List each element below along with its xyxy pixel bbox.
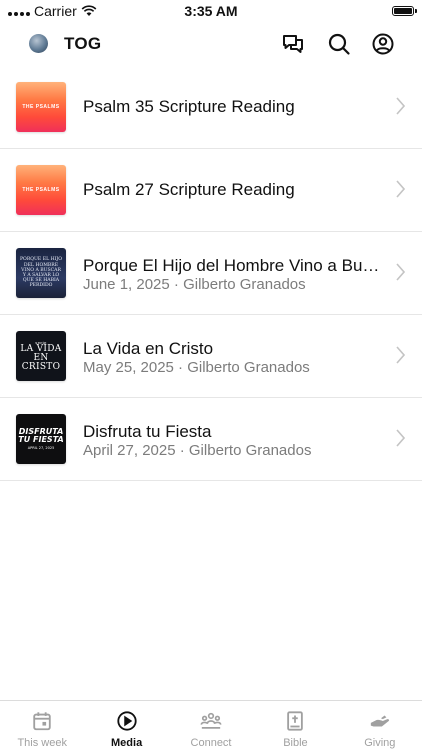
media-subtitle: April 27, 2025 · Gilberto Granados <box>83 442 312 459</box>
media-title: Psalm 27 Scripture Reading <box>83 180 295 199</box>
media-thumbnail: serie LA VIDA EN CRISTO <box>16 331 66 381</box>
bible-icon <box>287 711 304 731</box>
play-circle-icon <box>116 711 137 731</box>
church-logo-icon[interactable] <box>29 34 48 53</box>
media-title: La Vida en Cristo <box>83 339 214 358</box>
battery-icon <box>392 6 417 16</box>
media-thumbnail: THE PSALMS <box>16 165 66 215</box>
app-header: TOG <box>0 22 422 66</box>
media-thumbnail: PORQUE EL HIJO DEL HOMBRE VINO A BUSCAR … <box>16 248 66 298</box>
media-subtitle: May 25, 2025 · Gilberto Granados <box>83 359 310 376</box>
tab-label: Connect <box>190 737 232 749</box>
media-subtitle: June 1, 2025 · Gilberto Granados <box>83 276 306 293</box>
app-title: TOG <box>64 34 102 53</box>
media-title: Psalm 35 Scripture Reading <box>83 97 295 116</box>
tab-label: Giving <box>364 737 396 749</box>
tab-media[interactable]: Media <box>84 701 168 750</box>
account-icon[interactable] <box>371 32 395 56</box>
thumbnail-text: THE PSALMS <box>22 187 60 193</box>
search-icon[interactable] <box>327 32 351 56</box>
media-thumbnail: DISFRUTA TU FIESTA APRIL 27, 2025 <box>16 414 66 464</box>
thumbnail-text: DISFRUTA TU FIESTA <box>18 427 64 444</box>
chevron-right-icon <box>396 180 405 198</box>
chevron-right-icon <box>396 429 405 447</box>
thumbnail-text: PORQUE EL HIJO DEL HOMBRE VINO A BUSCAR … <box>19 257 63 289</box>
media-title: Disfruta tu Fiesta <box>83 422 212 441</box>
tab-label: This week <box>17 737 67 749</box>
chevron-right-icon <box>396 97 405 115</box>
carrier-label: Carrier <box>34 3 77 19</box>
list-item[interactable]: serie LA VIDA EN CRISTO La Vida en Crist… <box>0 315 422 398</box>
chevron-right-icon <box>396 263 405 281</box>
status-time: 3:35 AM <box>184 3 238 19</box>
tab-this-week[interactable]: This week <box>0 701 84 750</box>
thumbnail-subtext: APRIL 27, 2025 <box>27 446 55 450</box>
list-item[interactable]: DISFRUTA TU FIESTA APRIL 27, 2025 Disfru… <box>0 398 422 481</box>
list-item[interactable]: THE PSALMS Psalm 35 Scripture Reading <box>0 66 422 149</box>
media-list: THE PSALMS Psalm 35 Scripture Reading TH… <box>0 66 422 481</box>
media-title: Porque El Hijo del Hombre Vino a Bus... <box>83 256 383 275</box>
thumbnail-text: LA VIDA EN CRISTO <box>20 344 62 372</box>
wifi-icon <box>81 5 97 16</box>
tab-bible[interactable]: Bible <box>253 701 337 750</box>
list-item[interactable]: PORQUE EL HIJO DEL HOMBRE VINO A BUSCAR … <box>0 232 422 315</box>
tab-bar: This week Media Connect Bible Giving <box>0 700 422 750</box>
people-icon <box>200 712 222 729</box>
calendar-icon <box>33 712 51 731</box>
chat-icon[interactable] <box>281 32 305 56</box>
giving-hand-icon <box>370 715 389 727</box>
tab-connect[interactable]: Connect <box>169 701 253 750</box>
signal-icon <box>8 6 30 16</box>
chevron-right-icon <box>396 346 405 364</box>
tab-giving[interactable]: Giving <box>338 701 422 750</box>
thumbnail-text: THE PSALMS <box>22 104 60 110</box>
status-bar: Carrier 3:35 AM <box>0 0 422 22</box>
list-item[interactable]: THE PSALMS Psalm 27 Scripture Reading <box>0 149 422 232</box>
carrier-info: Carrier <box>8 3 97 19</box>
tab-label: Bible <box>283 737 308 749</box>
tab-label: Media <box>111 737 143 749</box>
media-thumbnail: THE PSALMS <box>16 82 66 132</box>
